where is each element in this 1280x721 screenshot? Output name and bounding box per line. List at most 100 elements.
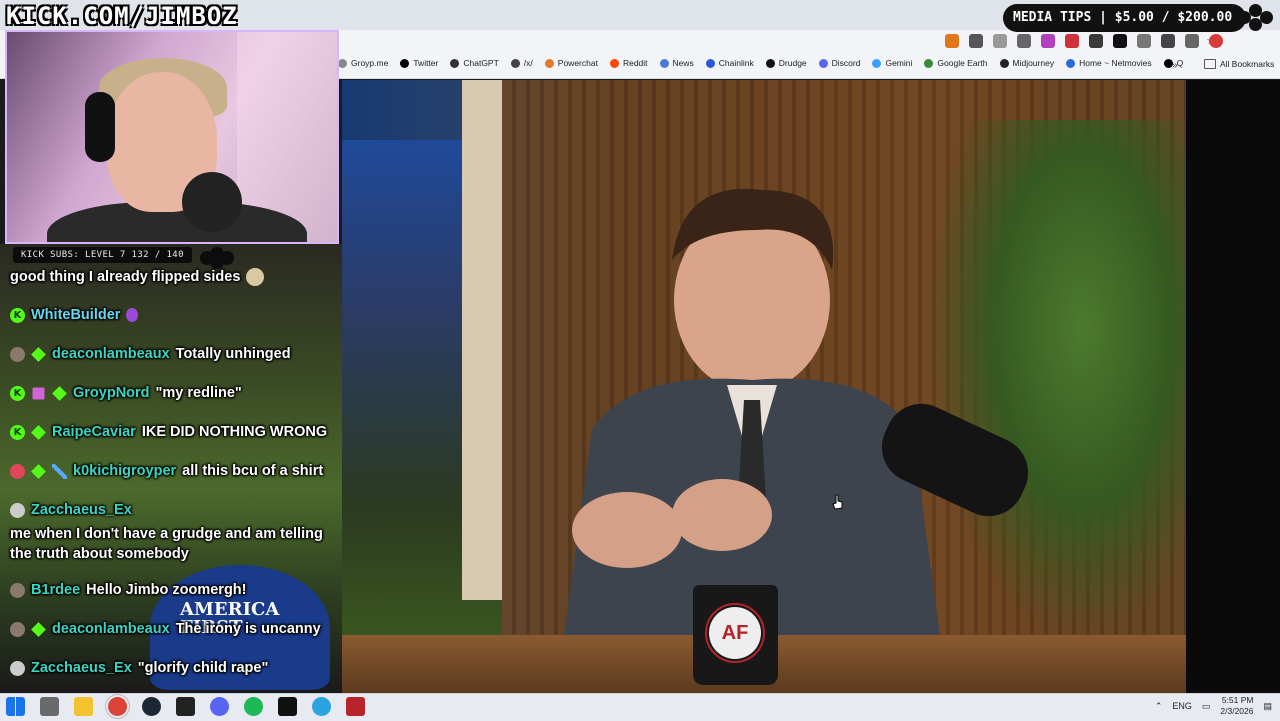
chrome-icon[interactable] xyxy=(108,697,127,716)
chat-message: RaipeCaviar IKE DID NOTHING WRONG xyxy=(10,424,327,440)
bookmark-label: Gemini xyxy=(885,58,913,68)
bookmark-favicon-icon xyxy=(818,58,828,68)
tray-chevron-up-icon[interactable]: ⌃ xyxy=(1155,701,1163,712)
video-pillar xyxy=(462,80,502,600)
bookmark-label: Drudge xyxy=(778,58,807,68)
user-avatar-icon xyxy=(10,502,25,518)
subscriber-badge-icon xyxy=(31,346,46,362)
menu-icon[interactable] xyxy=(1185,34,1199,48)
language-indicator[interactable]: ENG xyxy=(1172,701,1192,711)
bookmark-label: Reddit xyxy=(622,58,648,68)
chat-message: deaconlambeaux The irony is uncanny xyxy=(10,621,321,637)
extension-icon[interactable] xyxy=(1065,34,1079,48)
task-view-icon[interactable] xyxy=(40,697,59,716)
bookmark-item[interactable]: Drudge xyxy=(765,58,807,68)
discord-icon[interactable] xyxy=(210,697,229,716)
bookmark-label: /x/ xyxy=(523,58,533,68)
bookmark-label: Midjourney xyxy=(1012,58,1055,68)
hand-cursor-icon xyxy=(832,494,843,510)
file-explorer-icon[interactable] xyxy=(74,697,93,716)
bookmark-item[interactable]: Twitter xyxy=(400,58,438,68)
chat-text: Totally unhinged xyxy=(175,346,291,362)
counter-extension-icon[interactable] xyxy=(1017,34,1031,48)
extension-icon[interactable] xyxy=(1089,34,1103,48)
chat-message: GroypNord "my redline" xyxy=(10,385,242,401)
bookmark-item[interactable]: Midjourney xyxy=(999,58,1055,68)
bookmark-favicon-icon xyxy=(872,58,882,68)
taskbar-apps xyxy=(6,697,365,716)
user-avatar-icon xyxy=(10,621,25,637)
media-tips-goal: MEDIA TIPS | $5.00 / $200.00 xyxy=(1003,4,1247,32)
chat-text: me when I don't have a grudge and am tel… xyxy=(10,526,323,562)
clock-time: 5:51 PM xyxy=(1221,695,1254,705)
chat-message: Zacchaeus_Ex "glorify child rape" xyxy=(10,660,268,676)
shield-extension-icon[interactable] xyxy=(969,34,983,48)
x-extension-icon[interactable] xyxy=(1113,34,1127,48)
bookmark-item[interactable]: Reddit xyxy=(609,58,648,68)
bookmark-item[interactable]: Chainlink xyxy=(705,58,754,68)
terminal-app-icon[interactable] xyxy=(176,697,195,716)
folder-icon xyxy=(1204,59,1216,69)
bookmark-label: Powerchat xyxy=(557,58,598,68)
chat-overlay: good thing I already flipped sides White… xyxy=(0,265,342,693)
bookmark-label: News xyxy=(672,58,694,68)
kick-subs-goal: KICK SUBS: LEVEL 7 132 / 140 xyxy=(13,247,192,263)
windows-start-icon[interactable] xyxy=(6,697,25,716)
bookmark-item[interactable]: Home ~ Netmovies xyxy=(1066,58,1152,68)
chat-username[interactable]: B1rdee xyxy=(31,582,80,598)
kick-badge-icon xyxy=(10,307,25,323)
video-plants xyxy=(926,120,1186,640)
bookmark-favicon-icon xyxy=(924,58,934,68)
network-icon[interactable]: ▭ xyxy=(1202,701,1211,712)
webcam-microphone xyxy=(182,172,242,232)
chat-username[interactable]: GroypNord xyxy=(73,385,150,401)
chat-username[interactable]: deaconlambeaux xyxy=(52,621,170,637)
bookmark-label: Home ~ Netmovies xyxy=(1079,58,1152,68)
steam-icon[interactable] xyxy=(142,697,161,716)
bookmark-label: Discord xyxy=(831,58,861,68)
bookmark-item[interactable]: ChatGPT xyxy=(450,58,499,68)
video-letterbox xyxy=(1186,80,1280,693)
all-bookmarks-button[interactable]: All Bookmarks xyxy=(1204,59,1274,69)
subscriber-badge-icon xyxy=(31,621,46,637)
extension-icon[interactable] xyxy=(993,34,1007,48)
bookmark-label: Groyp.me xyxy=(351,58,389,68)
subscriber-badge-icon xyxy=(52,385,67,401)
chat-username[interactable]: deaconlambeaux xyxy=(52,346,170,362)
chat-username[interactable]: RaipeCaviar xyxy=(52,424,136,440)
bookmark-item[interactable]: News xyxy=(659,58,694,68)
kick-badge-icon xyxy=(10,385,25,401)
bookmark-item[interactable]: Gemini xyxy=(872,58,912,68)
notifications-icon[interactable]: ▤ xyxy=(1263,701,1272,712)
bookmark-favicon-icon xyxy=(999,58,1009,68)
chat-username[interactable]: Zacchaeus_Ex xyxy=(31,660,132,676)
user-avatar-icon xyxy=(10,463,25,479)
puzzle-extensions-icon[interactable] xyxy=(1137,34,1151,48)
extension-icons xyxy=(945,34,1223,48)
spotify-icon[interactable] xyxy=(244,697,263,716)
chat-message: Zacchaeus_Ex xyxy=(10,502,132,518)
bookmark-item[interactable]: Google Earth xyxy=(924,58,988,68)
profile-avatar-icon[interactable] xyxy=(1209,34,1223,48)
bookmark-item[interactable]: Groyp.me xyxy=(338,58,388,68)
sidebar-icon[interactable] xyxy=(1161,34,1175,48)
bookmark-favicon-icon xyxy=(338,58,347,68)
bookmarks-overflow-chevron-icon[interactable]: » xyxy=(1172,60,1178,71)
metamask-extension-icon[interactable] xyxy=(945,34,959,48)
capcut-icon[interactable] xyxy=(278,697,297,716)
subscriber-badge-icon xyxy=(31,424,46,440)
chat-username[interactable]: k0kichigroyper xyxy=(73,463,176,479)
chat-username[interactable]: Zacchaeus_Ex xyxy=(31,502,132,518)
bookmark-item[interactable]: Discord xyxy=(818,58,861,68)
extension-icon[interactable] xyxy=(1041,34,1055,48)
telegram-icon[interactable] xyxy=(312,697,331,716)
chat-text: IKE DID NOTHING WRONG xyxy=(141,424,328,440)
clock-date: 2/3/2026 xyxy=(1220,706,1254,716)
bookmark-label: ChatGPT xyxy=(463,58,499,68)
bookmark-item[interactable]: /x/ xyxy=(510,58,533,68)
taskbar-clock[interactable]: 5:51 PM 2/3/2026 xyxy=(1220,695,1253,717)
bookmark-favicon-icon xyxy=(544,58,554,68)
bookmark-item[interactable]: Powerchat xyxy=(544,58,598,68)
chat-username[interactable]: WhiteBuilder xyxy=(31,307,120,323)
obs-app-icon[interactable] xyxy=(346,697,365,716)
